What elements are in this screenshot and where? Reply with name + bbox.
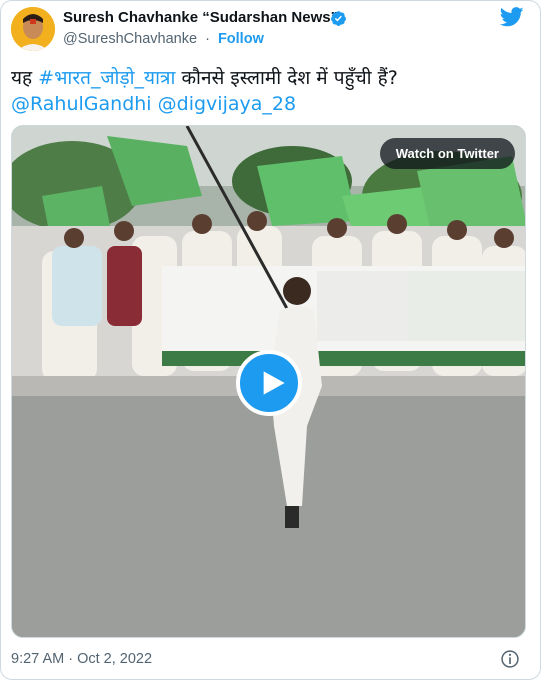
tweet-card: Suresh Chavhanke “Sudarshan News” @Sures… — [0, 0, 541, 680]
follow-button[interactable]: Follow — [218, 31, 264, 47]
tweet-timestamp[interactable]: 9:27 AM · Oct 2, 2022 — [11, 651, 152, 667]
play-button[interactable] — [236, 350, 302, 416]
tweet-text-rest: कौनसे इस्लामी देश में पहुँची हैं? — [175, 67, 398, 89]
handle-row: @SureshChavhanke · Follow — [63, 31, 264, 47]
tweet-text-prefix: यह — [11, 67, 39, 89]
mention-link-rahulgandhi[interactable]: @RahulGandhi — [11, 93, 152, 115]
separator-dot: · — [205, 31, 210, 47]
play-icon — [263, 371, 285, 395]
twitter-bird-icon[interactable] — [500, 7, 524, 27]
author-handle[interactable]: @SureshChavhanke — [63, 31, 197, 47]
tweet-text: यह #भारत_जोड़ो_यात्रा कौनसे इस्लामी देश … — [11, 65, 528, 117]
verified-badge-icon — [331, 11, 346, 26]
video-media[interactable]: Watch on Twitter — [11, 125, 526, 638]
mention-link-digvijaya[interactable]: @digvijaya_28 — [158, 93, 296, 115]
watch-on-twitter-button[interactable]: Watch on Twitter — [379, 138, 515, 169]
avatar[interactable] — [11, 7, 55, 51]
info-icon[interactable] — [500, 649, 520, 669]
author-display-name[interactable]: Suresh Chavhanke “Sudarshan News” — [63, 9, 338, 26]
hashtag-link[interactable]: #भारत_जोड़ो_यात्रा — [38, 67, 175, 89]
